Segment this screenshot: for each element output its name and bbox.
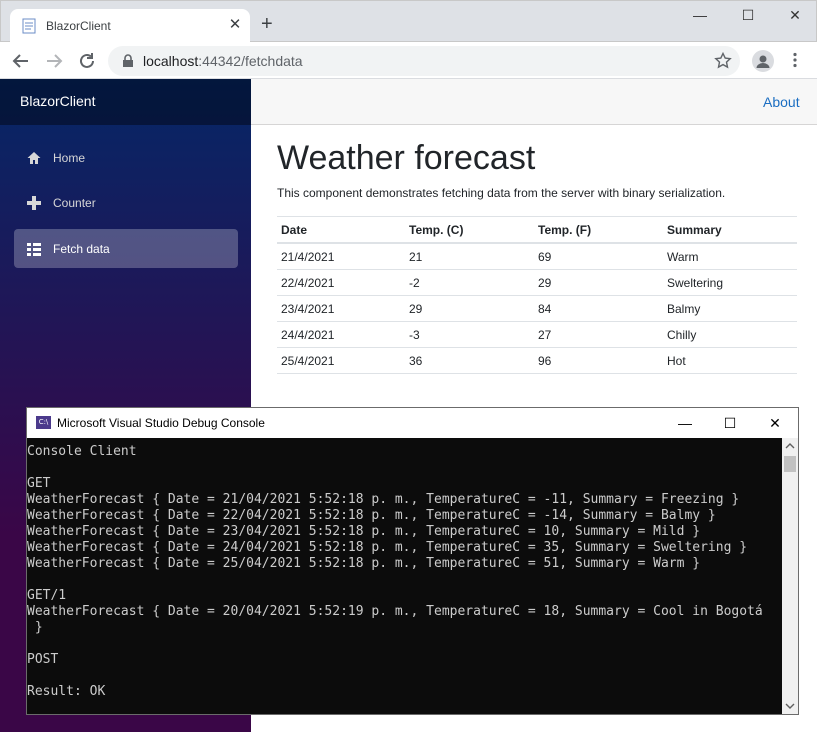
table-cell: Balmy <box>663 295 797 322</box>
console-output[interactable]: Console Client GET WeatherForecast { Dat… <box>27 438 782 714</box>
table-cell: 36 <box>405 347 534 374</box>
table-row: 24/4/2021 -3 27 Chilly <box>277 321 797 348</box>
console-title-bar[interactable]: C:\ Microsoft Visual Studio Debug Consol… <box>27 408 798 438</box>
table-cell: 29 <box>534 269 663 296</box>
address-bar[interactable]: localhost:44342/fetchdata <box>108 46 740 76</box>
column-header: Temp. (F) <box>534 216 663 244</box>
scroll-up-arrow-icon[interactable] <box>785 442 795 450</box>
console-app-icon: C:\ <box>36 416 51 429</box>
plus-icon <box>27 196 41 210</box>
table-cell: 23/4/2021 <box>277 295 405 322</box>
page-icon <box>22 18 36 34</box>
about-link[interactable]: About <box>763 94 800 110</box>
table-row: 22/4/2021 -2 29 Sweltering <box>277 269 797 296</box>
console-line: WeatherForecast { Date = 25/04/2021 5:52… <box>27 556 701 571</box>
tab-title: BlazorClient <box>46 19 111 33</box>
table-cell: 24/4/2021 <box>277 321 405 348</box>
console-line: WeatherForecast { Date = 24/04/2021 5:52… <box>27 540 748 555</box>
console-line: WeatherForecast { Date = 23/04/2021 5:52… <box>27 524 701 539</box>
browser-tab[interactable]: BlazorClient ✕ <box>10 9 250 43</box>
reload-icon[interactable] <box>76 50 98 72</box>
bookmark-star-icon[interactable] <box>714 52 732 70</box>
console-line: GET <box>27 476 51 491</box>
debug-console-window: C:\ Microsoft Visual Studio Debug Consol… <box>26 407 799 715</box>
column-header: Temp. (C) <box>405 216 534 244</box>
console-maximize-button[interactable]: ☐ <box>707 408 753 438</box>
column-header: Summary <box>663 216 797 244</box>
top-row: About <box>251 79 817 125</box>
table-row: 23/4/2021 29 84 Balmy <box>277 295 797 322</box>
table-cell: Warm <box>663 243 797 270</box>
table-cell: 22/4/2021 <box>277 269 405 296</box>
table-header-row: Date Temp. (C) Temp. (F) Summary <box>277 216 797 244</box>
back-arrow-icon[interactable] <box>10 50 32 72</box>
console-scrollbar[interactable] <box>782 438 798 714</box>
home-icon <box>27 152 41 164</box>
table-cell: 27 <box>534 321 663 348</box>
nav-item-counter[interactable]: Counter <box>14 183 238 222</box>
table-row: 21/4/2021 21 69 Warm <box>277 243 797 270</box>
console-line: POST <box>27 652 59 667</box>
console-minimize-button[interactable]: — <box>662 408 708 438</box>
profile-avatar-icon[interactable] <box>752 50 774 72</box>
url-text[interactable]: localhost:44342/fetchdata <box>143 53 303 69</box>
table-cell: 21 <box>405 243 534 270</box>
browser-toolbar: localhost:44342/fetchdata <box>0 42 817 79</box>
nav-item-home[interactable]: Home <box>14 138 238 177</box>
table-cell: 84 <box>534 295 663 322</box>
brand-link[interactable]: BlazorClient <box>20 93 95 109</box>
scroll-down-arrow-icon[interactable] <box>785 702 795 710</box>
table-cell: 96 <box>534 347 663 374</box>
table-cell: 29 <box>405 295 534 322</box>
table-cell: 25/4/2021 <box>277 347 405 374</box>
minimize-window-button[interactable]: — <box>685 4 715 26</box>
scrollbar-thumb[interactable] <box>784 456 796 472</box>
table-cell: Sweltering <box>663 269 797 296</box>
table-cell: -2 <box>405 269 534 296</box>
console-line: WeatherForecast { Date = 22/04/2021 5:52… <box>27 508 716 523</box>
table-cell: Chilly <box>663 321 797 348</box>
lock-icon[interactable] <box>122 54 134 68</box>
console-line: GET/1 <box>27 588 67 603</box>
nav-label: Counter <box>53 196 96 210</box>
table-row: 25/4/2021 36 96 Hot <box>277 347 797 374</box>
close-tab-icon[interactable]: ✕ <box>226 16 244 34</box>
nav-label: Home <box>53 151 86 165</box>
tab-strip: BlazorClient ✕ + — ☐ ✕ <box>0 0 817 43</box>
kebab-menu-icon[interactable] <box>792 52 798 68</box>
console-title: Microsoft Visual Studio Debug Console <box>57 416 265 430</box>
nav-label: Fetch data <box>53 242 110 256</box>
nav-item-fetch-data[interactable]: Fetch data <box>14 229 238 268</box>
console-line: WeatherForecast { Date = 21/04/2021 5:52… <box>27 492 740 507</box>
console-line: Console Client <box>27 444 137 459</box>
console-close-button[interactable]: ✕ <box>752 408 798 438</box>
table-cell: 21/4/2021 <box>277 243 405 270</box>
list-icon <box>27 243 41 256</box>
page-description: This component demonstrates fetching dat… <box>277 186 726 200</box>
table-cell: Hot <box>663 347 797 374</box>
forward-arrow-icon[interactable] <box>43 50 65 72</box>
close-window-button[interactable]: ✕ <box>780 4 810 26</box>
forecast-table: Date Temp. (C) Temp. (F) Summary 21/4/20… <box>277 216 797 374</box>
column-header: Date <box>277 216 405 244</box>
brand-bar: BlazorClient <box>0 79 251 125</box>
console-line: } <box>27 620 43 635</box>
table-cell: 69 <box>534 243 663 270</box>
new-tab-button[interactable]: + <box>261 14 273 34</box>
console-line: WeatherForecast { Date = 20/04/2021 5:52… <box>27 604 763 619</box>
maximize-window-button[interactable]: ☐ <box>733 4 763 26</box>
table-cell: -3 <box>405 321 534 348</box>
console-line: Result: OK <box>27 684 106 699</box>
page-title: Weather forecast <box>277 139 536 177</box>
